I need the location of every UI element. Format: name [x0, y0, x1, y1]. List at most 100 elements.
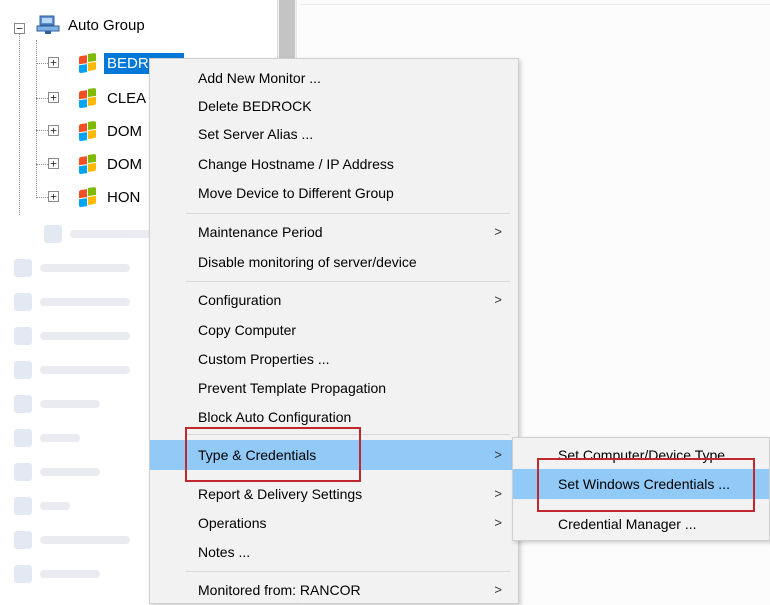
- faded-tree-item: [14, 564, 100, 584]
- tree-node-device[interactable]: DOM: [78, 118, 145, 144]
- menu-item-credential-manager[interactable]: Credential Manager ...: [513, 510, 769, 538]
- faded-tree-item: [14, 326, 130, 346]
- tree-node-device[interactable]: CLEA: [78, 85, 149, 111]
- tree-connector: [36, 98, 48, 99]
- faded-tree-item: [14, 428, 80, 448]
- faded-tree-item: [14, 462, 100, 482]
- faded-tree-item: [14, 292, 130, 312]
- faded-item-icon: [14, 293, 32, 311]
- faded-tree-item: [14, 530, 130, 550]
- tree-connector: [19, 30, 20, 215]
- menu-item-label: Credential Manager ...: [558, 516, 697, 532]
- tree-node-device[interactable]: DOM: [78, 151, 145, 177]
- faded-item-icon: [14, 429, 32, 447]
- menu-item-configuration[interactable]: Configuration >: [150, 286, 518, 314]
- menu-item-label: Operations: [198, 515, 267, 531]
- menu-item-delete-device[interactable]: Delete BEDROCK: [150, 92, 518, 120]
- menu-item-label: Configuration: [198, 292, 282, 308]
- tree-node-label: DOM: [107, 122, 142, 140]
- menu-item-type-credentials[interactable]: Type & Credentials >: [150, 440, 518, 470]
- menu-item-monitored-from[interactable]: Monitored from: RANCOR >: [150, 576, 518, 604]
- tree-node-auto-group[interactable]: Auto Group: [36, 12, 148, 38]
- device-context-menu: Add New Monitor ... Delete BEDROCK Set S…: [149, 58, 519, 604]
- menu-separator: [186, 213, 510, 214]
- tree-node-label: HON: [107, 188, 141, 206]
- menu-item-report-delivery-settings[interactable]: Report & Delivery Settings >: [150, 480, 518, 508]
- faded-item-icon: [14, 327, 32, 345]
- menu-item-label: Add New Monitor ...: [198, 70, 321, 86]
- menu-item-set-windows-credentials[interactable]: Set Windows Credentials ...: [513, 469, 769, 499]
- faded-tree-item: [14, 496, 70, 516]
- menu-item-move-device[interactable]: Move Device to Different Group: [150, 179, 518, 207]
- menu-item-add-new-monitor[interactable]: Add New Monitor ...: [150, 64, 518, 92]
- faded-tree-item: [14, 394, 100, 414]
- type-credentials-submenu: Set Computer/Device Type Set Windows Cre…: [512, 437, 770, 541]
- menu-item-set-device-type[interactable]: Set Computer/Device Type: [513, 441, 769, 469]
- menu-item-label: Move Device to Different Group: [198, 185, 394, 201]
- faded-tree-item: [44, 224, 160, 244]
- menu-separator: [186, 281, 510, 282]
- tree-connector: [36, 164, 48, 165]
- expand-toggle[interactable]: +: [48, 92, 59, 103]
- expand-toggle[interactable]: +: [48, 158, 59, 169]
- menu-item-label: Set Windows Credentials ...: [558, 476, 730, 492]
- chevron-right-icon: >: [494, 292, 502, 307]
- menu-item-label: Set Computer/Device Type: [558, 447, 726, 463]
- tree-node-label: DOM: [107, 155, 142, 173]
- chevron-right-icon: >: [494, 447, 502, 462]
- chevron-right-icon: >: [494, 515, 502, 530]
- menu-item-change-hostname[interactable]: Change Hostname / IP Address: [150, 150, 518, 178]
- collapse-toggle[interactable]: −: [14, 23, 25, 34]
- menu-item-label: Block Auto Configuration: [198, 409, 352, 425]
- menu-separator: [186, 571, 510, 572]
- tree-node-label: Auto Group: [68, 16, 145, 34]
- faded-item-icon: [44, 225, 62, 243]
- chevron-right-icon: >: [494, 486, 502, 501]
- menu-item-custom-properties[interactable]: Custom Properties ...: [150, 345, 518, 373]
- faded-item-icon: [14, 361, 32, 379]
- menu-item-disable-monitoring[interactable]: Disable monitoring of server/device: [150, 248, 518, 276]
- faded-item-icon: [14, 395, 32, 413]
- chevron-right-icon: >: [494, 224, 502, 239]
- tree-node-label: CLEA: [107, 89, 147, 107]
- menu-item-label: Delete BEDROCK: [198, 98, 312, 114]
- tree-connector: [36, 63, 48, 64]
- network-group-icon: [36, 15, 60, 34]
- faded-item-icon: [14, 259, 32, 277]
- expand-toggle[interactable]: +: [48, 191, 59, 202]
- menu-item-label: Notes ...: [198, 544, 251, 560]
- tree-connector: [36, 197, 48, 198]
- menu-item-label: Change Hostname / IP Address: [198, 156, 394, 172]
- menu-item-label: Monitored from: RANCOR: [198, 582, 361, 598]
- expand-toggle[interactable]: +: [48, 57, 59, 68]
- menu-item-label: Type & Credentials: [198, 447, 317, 463]
- menu-item-copy-computer[interactable]: Copy Computer: [150, 316, 518, 344]
- faded-item-icon: [14, 463, 32, 481]
- windows-logo-icon: [78, 153, 98, 176]
- windows-logo-icon: [78, 186, 98, 209]
- windows-logo-icon: [78, 87, 98, 110]
- menu-separator: [186, 434, 510, 435]
- faded-item-icon: [14, 531, 32, 549]
- faded-item-icon: [14, 497, 32, 515]
- faded-tree-item: [14, 258, 130, 278]
- menu-item-set-server-alias[interactable]: Set Server Alias ...: [150, 120, 518, 148]
- scrollbar-thumb[interactable]: [279, 0, 295, 60]
- menu-item-label: Custom Properties ...: [198, 351, 330, 367]
- windows-logo-icon: [78, 120, 98, 143]
- menu-item-prevent-template-propagation[interactable]: Prevent Template Propagation: [150, 374, 518, 402]
- menu-item-label: Copy Computer: [198, 322, 297, 338]
- menu-item-operations[interactable]: Operations >: [150, 509, 518, 537]
- menu-item-label: Report & Delivery Settings: [198, 486, 363, 502]
- menu-item-maintenance-period[interactable]: Maintenance Period >: [150, 218, 518, 246]
- menu-item-label: Maintenance Period: [198, 224, 323, 240]
- expand-toggle[interactable]: +: [48, 125, 59, 136]
- menu-item-block-auto-configuration[interactable]: Block Auto Configuration: [150, 403, 518, 431]
- menu-item-label: Prevent Template Propagation: [198, 380, 387, 396]
- menu-item-label: Disable monitoring of server/device: [198, 254, 417, 270]
- menu-item-label: Set Server Alias ...: [198, 126, 314, 142]
- windows-logo-icon: [78, 52, 98, 75]
- faded-item-icon: [14, 565, 32, 583]
- tree-node-device[interactable]: HON: [78, 184, 143, 210]
- menu-item-notes[interactable]: Notes ...: [150, 538, 518, 566]
